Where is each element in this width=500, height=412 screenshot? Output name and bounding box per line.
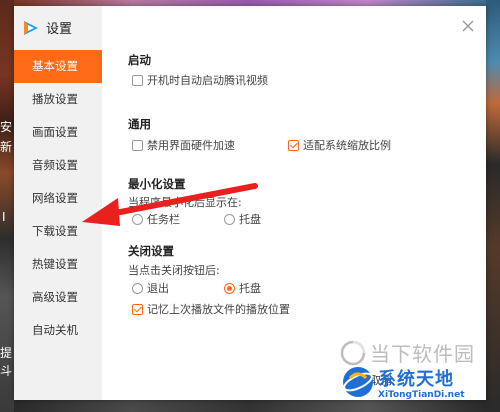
- dpi-scale-option[interactable]: 适配系统缩放比例: [288, 137, 391, 153]
- settings-sidebar: 设置 基本设置 播放设置 画面设置 音频设置 网络设置 下载设置 热键设置 高级…: [14, 6, 102, 400]
- section-title-startup: 启动: [128, 53, 151, 67]
- watermark-site2-title: 系统天地: [378, 369, 454, 390]
- sidebar-item-audio[interactable]: 音频设置: [14, 149, 102, 182]
- sidebar-item-display[interactable]: 画面设置: [14, 116, 102, 149]
- watermark-site1-text: 当下软件园: [370, 342, 475, 366]
- background-text: 安: [0, 120, 13, 134]
- watermark-site1: 当下软件园: [340, 338, 475, 367]
- sidebar-item-network[interactable]: 网络设置: [14, 182, 102, 215]
- sidebar-item-basic[interactable]: 基本设置: [14, 50, 102, 83]
- globe-logo-icon: [343, 367, 373, 397]
- hw-accel-label: 禁用界面硬件加速: [147, 139, 235, 152]
- close-tray-radio[interactable]: [224, 282, 235, 294]
- sidebar-item-hotkeys[interactable]: 热键设置: [14, 248, 102, 281]
- background-text: 提: [0, 346, 13, 360]
- watermark-site2: 系统天地 XiTongTianDi.net: [343, 367, 465, 401]
- background-text: 新: [0, 140, 13, 154]
- dialog-title: 设置: [46, 22, 73, 37]
- background-strip-bottom: [14, 400, 486, 412]
- close-option-exit[interactable]: 退出: [132, 280, 169, 296]
- sidebar-item-download[interactable]: 下载设置: [14, 215, 102, 248]
- taskbar-label: 任务栏: [147, 213, 180, 226]
- minimize-prompt: 当程序最小化后显示在:: [128, 196, 242, 209]
- hw-accel-option[interactable]: 禁用界面硬件加速: [132, 137, 235, 153]
- close-option-tray[interactable]: 托盘: [224, 280, 261, 296]
- exit-label: 退出: [147, 282, 169, 295]
- remember-position-label: 记忆上次播放文件的播放位置: [147, 303, 290, 316]
- sidebar-item-advanced[interactable]: 高级设置: [14, 281, 102, 314]
- sidebar-item-auto-shutdown[interactable]: 自动关机: [14, 314, 102, 347]
- taskbar-radio[interactable]: [132, 213, 143, 225]
- exit-radio[interactable]: [132, 282, 143, 294]
- tencent-video-logo-icon: [22, 19, 40, 37]
- watermark-site2-url: XiTongTianDi.net: [378, 390, 465, 400]
- background-text: 斗: [0, 364, 13, 378]
- background-text: I: [2, 210, 6, 224]
- minimize-option-taskbar[interactable]: 任务栏: [132, 211, 180, 227]
- minimize-option-tray[interactable]: 托盘: [224, 211, 261, 227]
- section-title-general: 通用: [128, 117, 151, 131]
- dialog-header: 设置: [22, 18, 72, 37]
- dpi-scale-label: 适配系统缩放比例: [303, 139, 391, 152]
- autostart-option[interactable]: 开机时自动启动腾讯视频: [132, 72, 268, 88]
- autostart-label: 开机时自动启动腾讯视频: [147, 74, 268, 87]
- watermark-logo-icon: [340, 340, 366, 365]
- section-title-minimize: 最小化设置: [128, 177, 186, 191]
- dpi-scale-checkbox[interactable]: [288, 139, 299, 151]
- sidebar-item-playback[interactable]: 播放设置: [14, 83, 102, 116]
- background-strip-right: [486, 0, 500, 412]
- close-tray-label: 托盘: [239, 282, 261, 295]
- section-title-close: 关闭设置: [128, 244, 174, 258]
- autostart-checkbox[interactable]: [132, 74, 143, 86]
- remember-position-option[interactable]: 记忆上次播放文件的播放位置: [132, 301, 290, 317]
- tray-radio[interactable]: [224, 213, 235, 225]
- settings-nav: 基本设置 播放设置 画面设置 音频设置 网络设置 下载设置 热键设置 高级设置 …: [14, 50, 102, 347]
- hw-accel-checkbox[interactable]: [132, 139, 143, 151]
- tray-label: 托盘: [239, 213, 261, 226]
- close-prompt: 当点击关闭按钮后:: [128, 264, 220, 277]
- remember-position-checkbox[interactable]: [132, 303, 143, 315]
